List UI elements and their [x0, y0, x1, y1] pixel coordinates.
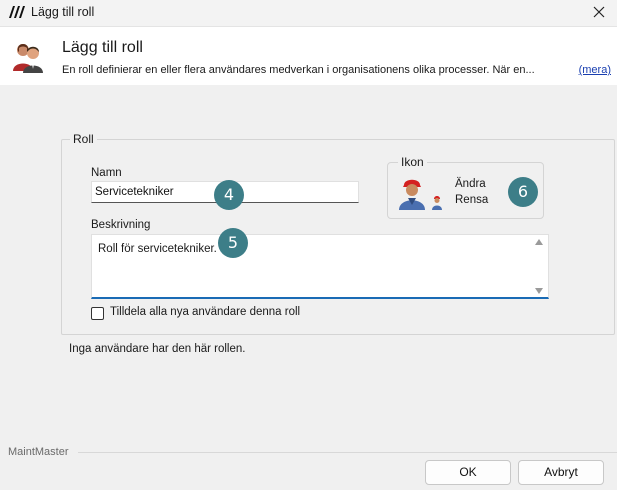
scroll-up-icon[interactable] [535, 239, 543, 245]
icon-group-legend: Ikon [398, 155, 427, 169]
step-badge-name: 4 [214, 180, 244, 210]
scroll-down-icon[interactable] [535, 288, 543, 294]
assign-all-label[interactable]: Tilldela alla nya användare denna roll [110, 306, 300, 318]
header-description: En roll definierar en eller flera använd… [62, 64, 535, 76]
description-scrollbar[interactable] [531, 235, 548, 298]
page-title: Lägg till roll [62, 39, 143, 56]
description-label: Beskrivning [91, 219, 151, 231]
footer-brand: MaintMaster [8, 446, 69, 458]
users-role-icon [13, 44, 43, 73]
clear-icon-link[interactable]: Rensa [455, 194, 488, 206]
step-badge-description: 5 [218, 228, 248, 258]
service-technician-icon [399, 179, 425, 210]
ok-button[interactable]: OK [425, 460, 511, 485]
step-badge-icon: 6 [508, 177, 538, 207]
cancel-button[interactable]: Avbryt [518, 460, 604, 485]
roll-group-legend: Roll [70, 132, 97, 146]
description-textarea[interactable]: Roll för servicetekniker. [91, 234, 549, 299]
dialog-header: Lägg till roll En roll definierar en ell… [0, 27, 617, 85]
assign-all-checkbox[interactable] [91, 307, 104, 320]
name-label: Namn [91, 167, 122, 179]
close-icon[interactable] [589, 2, 609, 22]
maintmaster-logo-icon [9, 6, 25, 18]
description-text: Roll för servicetekniker. [98, 243, 217, 255]
title-bar: Lägg till roll [0, 0, 617, 27]
change-icon-link[interactable]: Ändra [455, 178, 486, 190]
service-technician-small-icon [432, 196, 442, 210]
window-title: Lägg till roll [31, 5, 95, 19]
no-users-info: Inga användare har den här rollen. [69, 343, 246, 355]
more-link[interactable]: (mera) [579, 64, 611, 76]
roll-group: Roll Namn Beskrivning Roll för servicete… [61, 132, 615, 335]
footer-divider [78, 452, 617, 453]
